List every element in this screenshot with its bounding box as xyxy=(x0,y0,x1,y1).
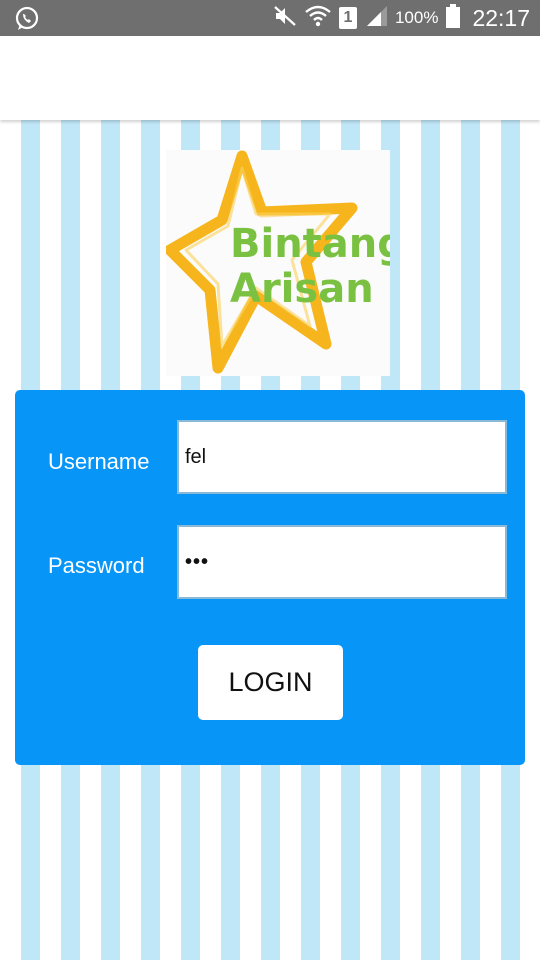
star-logo-icon: Bintang Arisan xyxy=(166,150,390,374)
status-bar: 1 100% 22:17 xyxy=(0,0,540,36)
signal-icon xyxy=(365,5,389,32)
status-time: 22:17 xyxy=(472,4,530,31)
password-label: Password xyxy=(48,553,145,578)
password-input[interactable] xyxy=(177,525,507,599)
login-screen: Bintang Arisan Username Password LOGIN xyxy=(0,120,540,960)
battery-percent: 100% xyxy=(394,8,439,27)
whatsapp-icon xyxy=(14,6,40,32)
sim-number: 1 xyxy=(343,9,353,26)
logo-text-line1: Bintang xyxy=(230,221,390,267)
sim-icon: 1 xyxy=(338,7,357,29)
battery-icon xyxy=(446,3,461,33)
login-panel: Username Password LOGIN xyxy=(15,390,525,765)
mute-icon xyxy=(273,5,297,32)
logo-text-line2: Arisan xyxy=(230,266,374,312)
app-logo: Bintang Arisan xyxy=(166,150,390,376)
login-button[interactable]: LOGIN xyxy=(198,645,343,720)
wifi-icon xyxy=(305,4,331,33)
app-bar xyxy=(0,36,540,120)
username-input[interactable] xyxy=(177,420,507,494)
username-label: Username xyxy=(48,449,150,474)
